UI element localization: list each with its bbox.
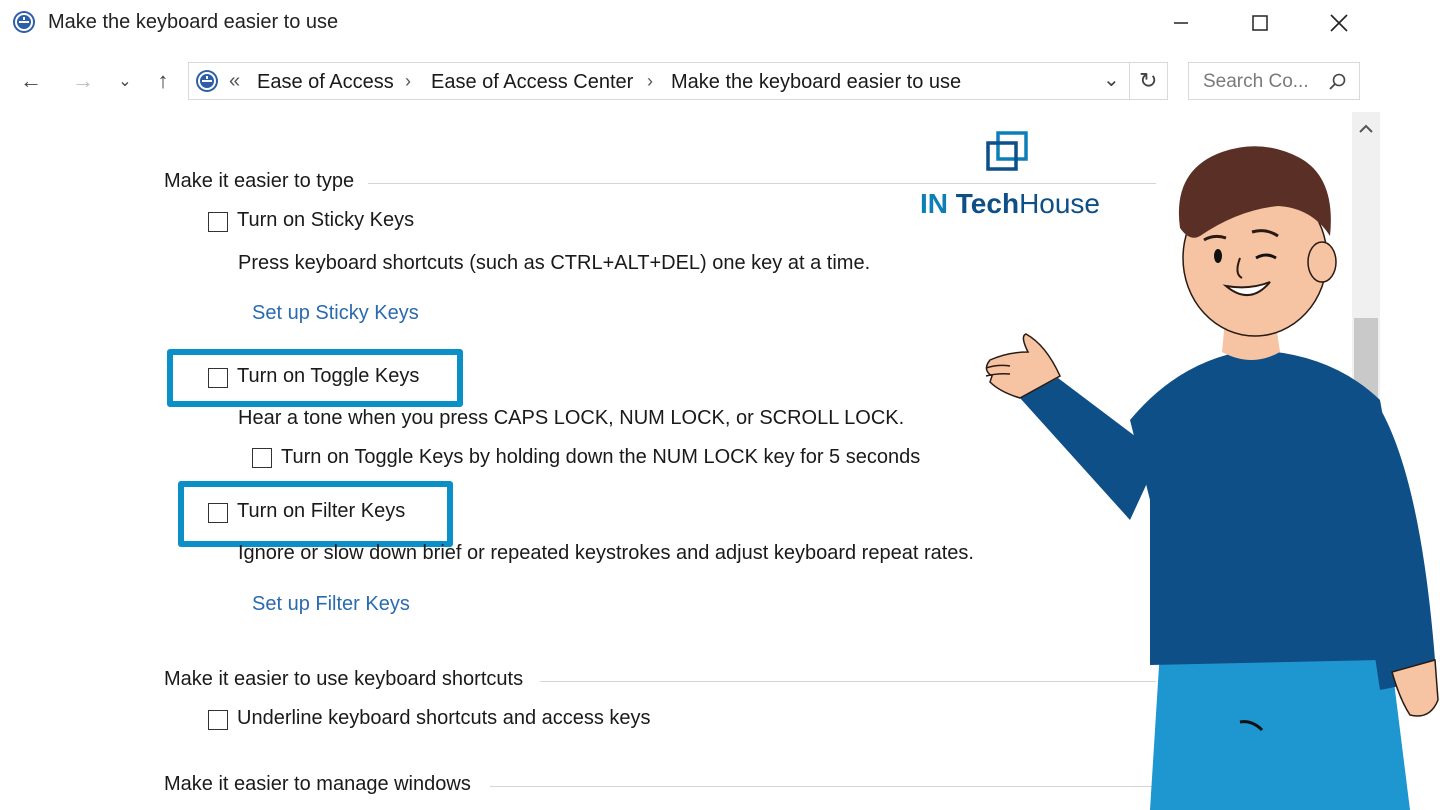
breadcrumb-ease-of-access[interactable]: Ease of Access — [257, 71, 394, 94]
cartoon-presenter — [985, 146, 1439, 810]
toggle-keys-numlock-label[interactable]: Turn on Toggle Keys by holding down the … — [281, 446, 920, 469]
ease-of-access-icon — [13, 11, 35, 33]
close-button[interactable] — [1316, 4, 1362, 42]
window-title: Make the keyboard easier to use — [48, 11, 339, 33]
filter-keys-checkbox[interactable] — [208, 503, 228, 523]
toggle-keys-label[interactable]: Turn on Toggle Keys — [237, 365, 419, 388]
brand-part-in: IN — [920, 188, 948, 219]
breadcrumb-separator[interactable]: › — [647, 71, 653, 92]
maximize-icon — [1252, 15, 1268, 31]
section-heading-shortcuts: Make it easier to use keyboard shortcuts — [164, 668, 524, 690]
minimize-button[interactable] — [1158, 4, 1204, 42]
address-bar[interactable]: « Ease of Access › Ease of Access Center… — [188, 62, 1168, 100]
sticky-keys-description: Press keyboard shortcuts (such as CTRL+A… — [238, 252, 871, 274]
filter-keys-description: Ignore or slow down brief or repeated ke… — [238, 542, 974, 564]
refresh-icon: ↻ — [1139, 68, 1158, 93]
refresh-button[interactable]: ↻ — [1139, 68, 1157, 94]
sticky-keys-label[interactable]: Turn on Sticky Keys — [237, 209, 414, 232]
setup-sticky-keys-link[interactable]: Set up Sticky Keys — [252, 302, 419, 325]
divider — [1129, 63, 1130, 99]
setup-filter-keys-link[interactable]: Set up Filter Keys — [252, 593, 410, 616]
address-dropdown-button[interactable]: ⌄ — [1103, 67, 1120, 92]
forward-arrow-icon: → — [72, 68, 94, 93]
section-heading-windows: Make it easier to manage windows — [164, 773, 471, 795]
back-arrow-icon: ← — [20, 68, 42, 93]
search-input[interactable]: Search Co... — [1203, 71, 1309, 93]
sticky-keys-checkbox[interactable] — [208, 212, 228, 232]
breadcrumb-separator[interactable]: › — [405, 71, 411, 92]
section-heading-type: Make it easier to type — [164, 170, 355, 192]
search-box[interactable]: Search Co... — [1188, 62, 1360, 100]
pants — [1150, 650, 1410, 810]
close-icon — [1330, 14, 1348, 32]
minimize-icon — [1174, 22, 1188, 24]
back-button[interactable]: ← — [16, 64, 46, 98]
forward-button[interactable]: → — [68, 64, 98, 98]
breadcrumb-current-page[interactable]: Make the keyboard easier to use — [671, 71, 961, 94]
underline-shortcuts-checkbox[interactable] — [208, 710, 228, 730]
chevron-down-icon: ⌄ — [1103, 69, 1120, 91]
filter-keys-label[interactable]: Turn on Filter Keys — [237, 500, 405, 523]
ease-of-access-icon — [196, 70, 218, 92]
search-icon[interactable] — [1327, 72, 1347, 92]
toggle-keys-numlock-checkbox[interactable] — [252, 448, 272, 468]
underline-shortcuts-label[interactable]: Underline keyboard shortcuts and access … — [237, 707, 651, 730]
recent-locations-button[interactable]: ⌄ — [110, 64, 140, 98]
toggle-keys-description: Hear a tone when you press CAPS LOCK, NU… — [238, 407, 905, 429]
toggle-keys-checkbox[interactable] — [208, 368, 228, 388]
breadcrumb-overflow[interactable]: « — [229, 70, 240, 93]
up-arrow-icon: ↑ — [157, 68, 169, 93]
chevron-down-icon: ⌄ — [118, 73, 132, 90]
breadcrumb-ease-of-access-center[interactable]: Ease of Access Center — [431, 71, 633, 94]
up-button[interactable]: ↑ — [148, 64, 178, 98]
maximize-button[interactable] — [1237, 4, 1283, 42]
title-bar: Make the keyboard easier to use — [0, 0, 1380, 48]
